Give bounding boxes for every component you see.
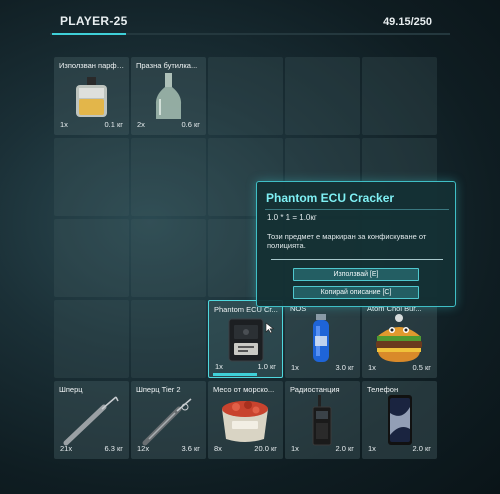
inventory-slot-20[interactable]: Atom Choi Bur... 1x 0.5 кг [362,300,437,378]
perfume-bottle-icon [76,77,107,117]
inventory-slot-21[interactable]: Шперц 21x 6.3 кг [54,381,129,459]
item-weight: 2.0 кг [412,444,431,453]
item-count: 8x [214,444,222,453]
item-count: 1x [291,363,299,372]
inventory-slot-24[interactable]: Радиостанция 1x 2.0 кг [285,381,360,459]
item-weight: 3.6 кг [181,444,200,453]
nos-bottle-icon [313,314,329,362]
use-item-button[interactable]: Използвай [E] [293,268,419,281]
copy-description-button[interactable]: Копирай описание [C] [293,286,419,299]
inventory-slot-5[interactable] [362,57,437,135]
player-name: PLAYER-25 [60,14,128,28]
tooltip-divider-2 [271,259,443,260]
meat-bucket-icon [222,401,268,442]
inventory-slot-19[interactable]: NOS 1x 3.0 кг [285,300,360,378]
inventory-slot-11[interactable] [54,219,129,297]
mouse-cursor-icon [265,322,275,334]
inventory-slot-4[interactable] [285,57,360,135]
item-weight: 1.0 кг [257,362,276,371]
inventory-header: PLAYER-25 49.15/250 [50,0,450,38]
item-weight: 20.0 кг [254,444,277,453]
inventory-slot-23[interactable]: Месо от морско... 8x 20.0 кг [208,381,283,459]
selection-indicator [213,373,257,376]
inventory-weight: 49.15/250 [383,16,432,28]
inventory-slot-22[interactable]: Шперц Tier 2 12x 3.6 кг [131,381,206,459]
item-count: 12x [137,444,150,453]
item-count: 1x [368,444,376,453]
phone-icon [388,395,412,445]
item-count: 2x [137,120,145,129]
item-weight: 0.5 кг [412,363,431,372]
inventory-slot-7[interactable] [131,138,206,216]
item-weight: 0.6 кг [181,120,200,129]
inventory-slot-6[interactable] [54,138,129,216]
inventory-slot-18[interactable]: Phantom ECU Cr... 1x 1.0 кг [208,300,283,378]
lockpick-icon [63,396,119,446]
lockpick-tier2-icon [142,398,192,446]
inventory-slot-1[interactable]: Използван парфю... 1x 0.1 кг [54,57,129,135]
item-count: 1x [215,362,223,371]
tooltip-description: Този предмет е маркиран за конфискуване … [267,232,427,251]
item-weight: 3.0 кг [335,363,354,372]
inventory-slot-2[interactable]: Празна бутилка... 2x 0.6 кг [131,57,206,135]
tooltip-divider [265,209,449,210]
inventory-slot-16[interactable] [54,300,129,378]
item-weight: 6.3 кг [104,444,123,453]
inventory-slot-12[interactable] [131,219,206,297]
item-count: 1x [60,120,68,129]
inventory-slot-25[interactable]: Телефон 1x 2.0 кг [362,381,437,459]
item-count: 1x [291,444,299,453]
header-active-indicator [52,33,126,35]
item-tooltip: Phantom ECU Cracker 1.0 * 1 = 1.0кг Този… [256,181,456,307]
empty-glass-bottle-icon [155,73,182,119]
inventory-slot-3[interactable] [208,57,283,135]
radio-icon [312,395,332,446]
tooltip-title: Phantom ECU Cracker [266,191,395,205]
item-weight: 0.1 кг [104,120,123,129]
item-count: 21x [60,444,73,453]
item-weight: 2.0 кг [335,444,354,453]
inventory-slot-17[interactable] [131,300,206,378]
burger-icon [376,314,422,362]
item-count: 1x [368,363,376,372]
tooltip-weight-formula: 1.0 * 1 = 1.0кг [267,213,317,222]
